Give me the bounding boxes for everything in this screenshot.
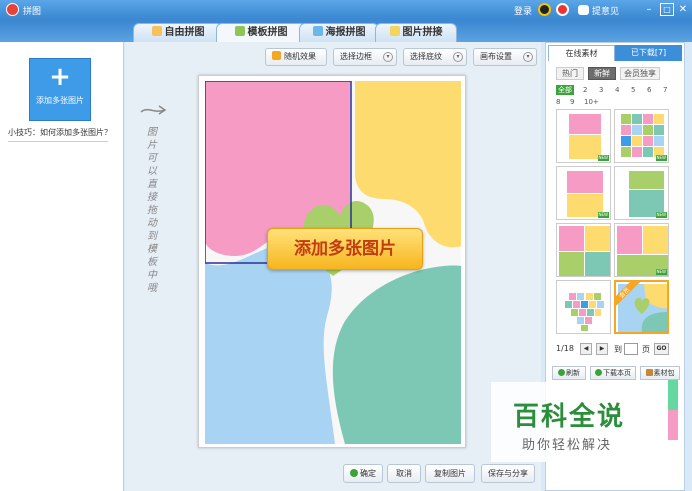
next-page-button[interactable]: ▶ [596,343,608,355]
template-collage-icon [234,26,245,36]
materials-tabs: 在线素材 已下载[7] [548,45,682,61]
divider [8,141,108,142]
template-thumb[interactable]: NEW [614,109,669,163]
download-page-button[interactable]: 下载本页 [590,366,636,380]
tab-image-stitch[interactable]: 图片拼接 [375,23,457,42]
count-8[interactable]: 8 [556,97,560,107]
tab-template-collage[interactable]: 模板拼图 [216,23,306,43]
tip-link[interactable]: 小技巧：如何添加多张图片？ [8,127,112,138]
filter-vip[interactable]: 会员独享 [620,67,660,80]
watermark: 百科全说 助你轻松解决 [491,382,667,462]
arrow-icon [140,105,167,115]
close-button[interactable]: ✕ [676,3,690,16]
page-info: 1/18 [556,344,574,353]
package-icon [645,369,653,376]
free-collage-icon [151,26,162,36]
chevron-down-icon: ▾ [453,52,463,62]
download-icon [595,369,602,376]
copy-image-button[interactable]: 复制图片 [425,464,475,483]
check-icon [350,469,358,477]
confirm-button[interactable]: 确定 [343,464,383,483]
image-stitch-icon [389,26,400,36]
count-all[interactable]: 全部 [556,85,574,95]
count-3[interactable]: 3 [599,85,603,95]
material-actions: 刷新 下载本页 素材包 [552,366,682,382]
tab-online-materials[interactable]: 在线素材 [548,45,615,61]
add-images-button[interactable]: + 添加多张图片 [29,58,91,121]
add-images-banner[interactable]: 添加多张图片 [267,228,423,270]
tab-poster-collage[interactable]: 海报拼图 [299,23,379,42]
weibo-icon[interactable] [556,3,569,16]
select-texture-button[interactable]: 选择底纹 ▾ [403,48,467,66]
maximize-button[interactable]: □ [660,3,674,16]
watermark-title: 百科全说 [513,402,626,432]
template-thumb[interactable] [556,280,611,334]
template-thumb[interactable]: NEW [556,166,611,220]
editor-toolbar: 随机效果 选择边框 ▾ 选择底纹 ▾ 画布设置 ▾ [125,48,541,68]
template-thumb[interactable] [556,223,611,277]
minimize-button[interactable]: – [642,3,656,16]
refresh-icon [558,369,565,376]
save-share-button[interactable]: 保存与分享 [481,464,535,483]
random-effect-button[interactable]: 随机效果 [265,48,327,66]
prev-page-button[interactable]: ◀ [580,343,592,355]
go-button[interactable]: GO [654,343,669,355]
left-panel: + 添加多张图片 小技巧：如何添加多张图片？ [0,42,124,491]
feedback-icon [578,5,589,15]
count-4[interactable]: 4 [615,85,619,95]
watermark-subtitle: 助你轻松解决 [522,438,613,453]
count-6[interactable]: 6 [647,85,651,95]
title-bar: 拼图 登录 提意见 – □ ✕ [0,0,692,20]
bottom-toolbar: 确定 取消 复制图片 保存与分享 [125,464,541,486]
page-input[interactable] [624,343,638,355]
template-thumb[interactable]: NEW [614,223,669,277]
feedback-link[interactable]: 提意见 [592,4,619,17]
tab-downloaded[interactable]: 已下载[7] [615,45,682,61]
poster-collage-icon [312,26,323,36]
login-link[interactable]: 登录 [514,4,532,17]
count-2[interactable]: 2 [583,85,587,95]
tab-bar: 自由拼图 模板拼图 海报拼图 图片拼接 [0,20,692,43]
plus-icon: + [49,62,71,92]
app-logo-icon [6,3,19,16]
count-9[interactable]: 9 [570,97,574,107]
pagination: 1/18 ◀ ▶ 到 页 GO [556,343,676,357]
color-strip [668,380,678,440]
editor-area: 随机效果 选择边框▾ 选择底纹▾ 画布设置▾ 图片可以直接拖动到模板中哦 [125,42,541,491]
tab-free-collage[interactable]: 自由拼图 [133,23,223,42]
select-border-button[interactable]: 选择边框 ▾ [333,48,397,66]
cancel-button[interactable]: 取消 [387,464,421,483]
refresh-button[interactable]: 刷新 [552,366,586,380]
count-5[interactable]: 5 [631,85,635,95]
drag-hint-text: 图片可以直接拖动到模板中哦 [139,102,169,295]
chevron-down-icon: ▾ [523,52,533,62]
filter-hot[interactable]: 热门 [556,67,584,80]
template-thumb-selected[interactable]: 会员 [614,280,669,334]
chevron-down-icon: ▾ [383,52,393,62]
filter-new[interactable]: 新鲜 [588,67,616,80]
qq-icon[interactable] [538,3,551,16]
random-icon [272,51,281,60]
template-thumb[interactable]: NEW [614,166,669,220]
cell-blue[interactable] [205,244,335,444]
material-pack-button[interactable]: 素材包 [640,366,680,380]
count-7[interactable]: 7 [663,85,667,95]
template-thumb[interactable]: NEW [556,109,611,163]
count-10-plus[interactable]: 10+ [584,97,599,107]
window-title: 拼图 [23,7,42,17]
canvas-settings-button[interactable]: 画布设置 ▾ [473,48,537,66]
